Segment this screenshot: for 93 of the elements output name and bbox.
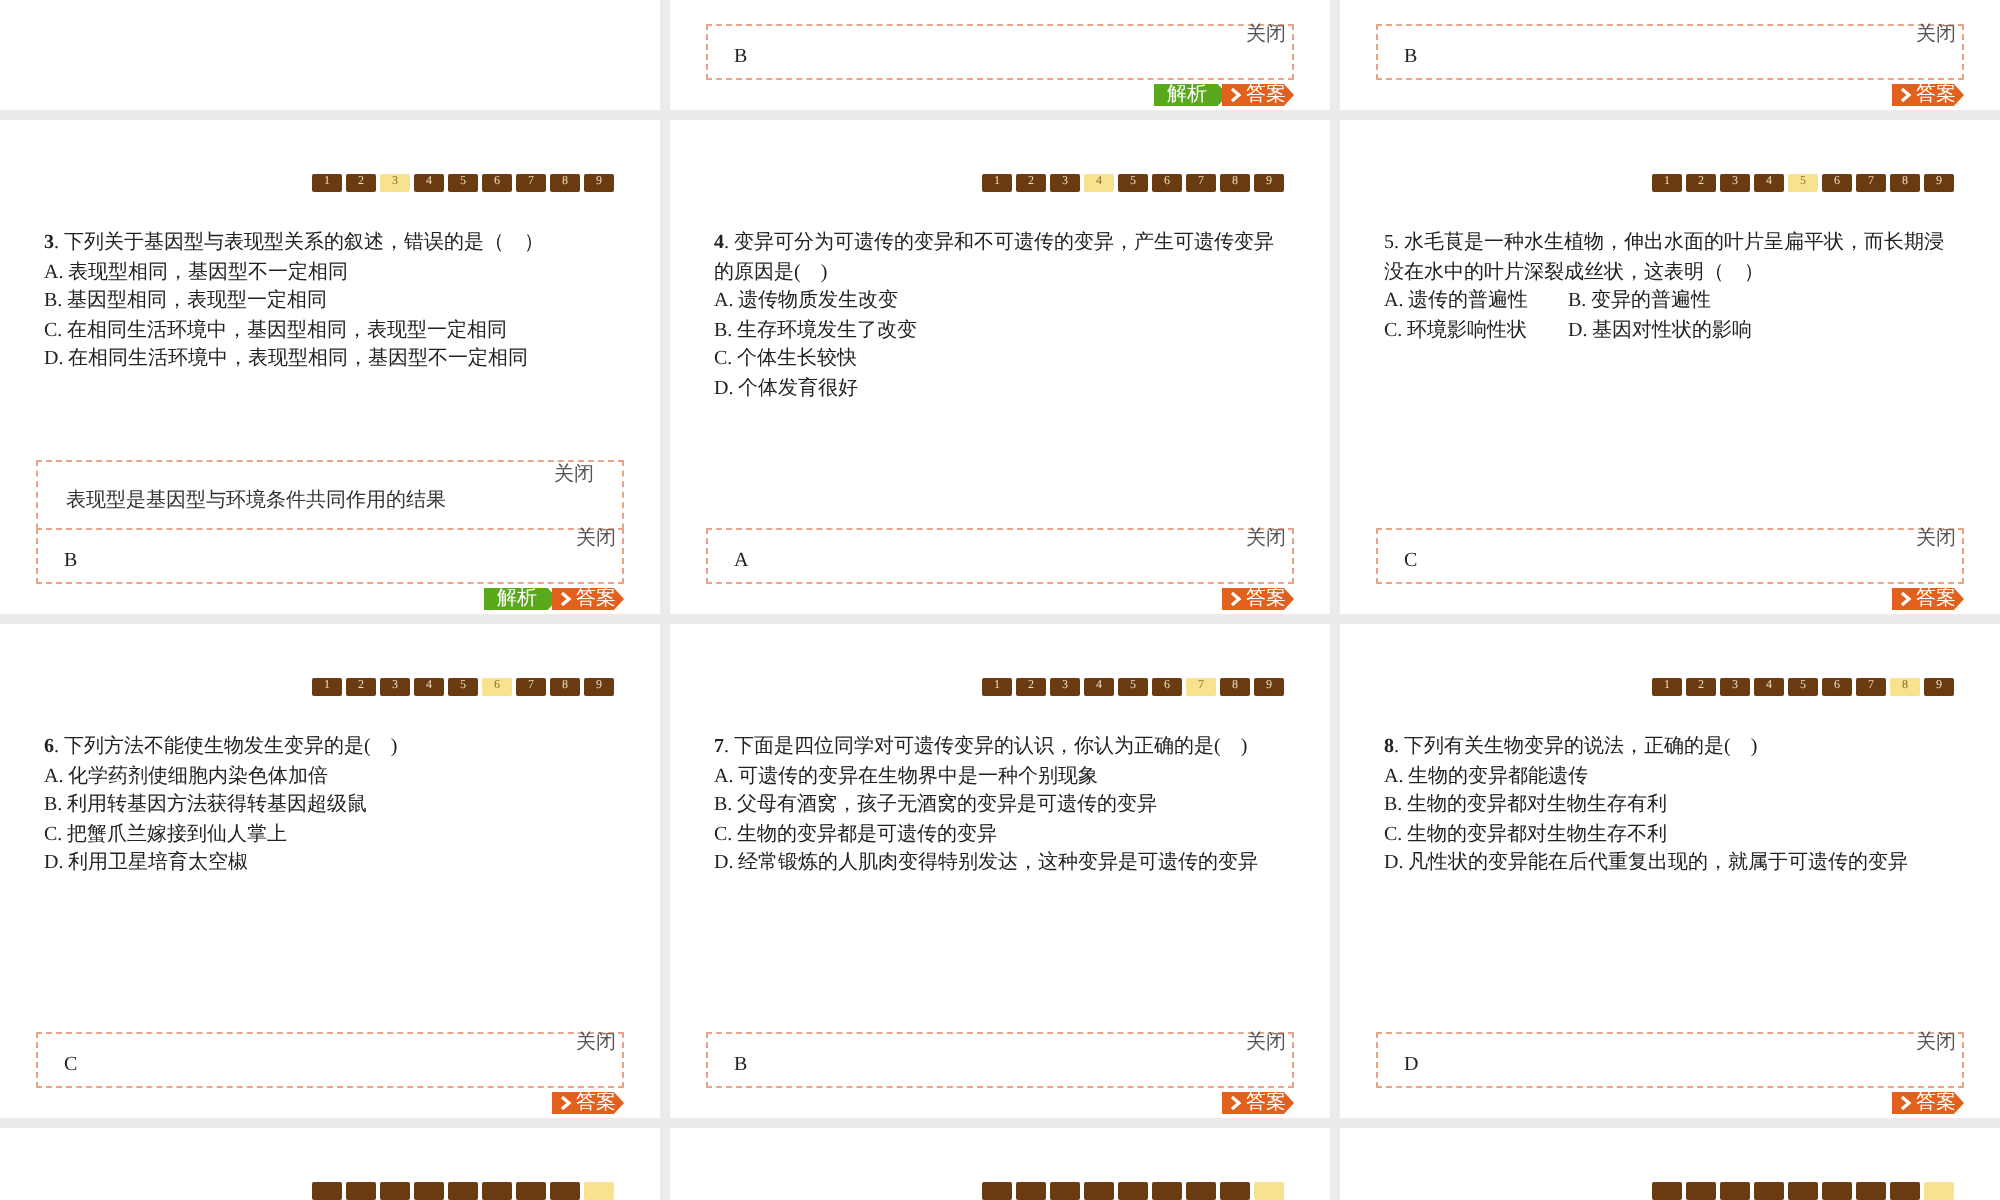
answer-text: B bbox=[1404, 46, 1418, 70]
option-text: A. 遗传的普遍性 bbox=[1384, 288, 1531, 316]
chevron-icon bbox=[560, 592, 572, 606]
option-text: D. 在相同生活环境中，表现型相同，基因型不一定相同 bbox=[44, 346, 529, 374]
explanation-text: 表现型是基因型与环境条件共同作用的结果 bbox=[66, 490, 448, 514]
option-text: D. 凡性状的变异能在后代重复出现的，就属于可遗传的变异 bbox=[1384, 850, 1909, 878]
answer-button[interactable]: 答案 bbox=[552, 588, 624, 610]
option-text: A. 遗传物质发生改变 bbox=[714, 288, 899, 316]
page-number-button[interactable] bbox=[1924, 1182, 1954, 1200]
page-number-button[interactable] bbox=[448, 1182, 478, 1200]
answer-button[interactable]: 答案 bbox=[1892, 84, 1964, 106]
option-text: A. 化学药剂使细胞内染色体加倍 bbox=[44, 763, 329, 791]
close-link[interactable]: 关闭 bbox=[1916, 530, 1956, 550]
question-text: 5. 水毛茛是一种水生植物，伸出水面的叶片呈扁平状，而长期浸没在水中的叶片深裂成丝状，这表明（ ） bbox=[1384, 230, 1946, 287]
page-number-button[interactable] bbox=[550, 1182, 580, 1200]
page-number-button[interactable] bbox=[1050, 1182, 1080, 1200]
page-number-button[interactable] bbox=[516, 1182, 546, 1200]
answer-text: B bbox=[734, 46, 748, 70]
chevron-icon bbox=[1900, 1096, 1912, 1110]
close-link[interactable]: 关闭 bbox=[554, 466, 594, 486]
answer-text: B bbox=[734, 1054, 748, 1078]
page-number-button[interactable] bbox=[380, 1182, 410, 1200]
page-number-button[interactable] bbox=[1720, 1182, 1750, 1200]
chevron-icon bbox=[1230, 592, 1242, 606]
answer-button[interactable]: 答案 bbox=[1222, 1092, 1294, 1114]
option-text: C. 在相同生活环境中，基因型相同，表现型一定相同 bbox=[44, 317, 508, 345]
option-text: C. 生物的变异都对生物生存不利 bbox=[1384, 821, 1668, 849]
page-number-button[interactable] bbox=[1186, 1182, 1216, 1200]
question-text: 4. 变异可分为可遗传的变异和不可遗传的变异，产生可遗传变异的原因是( ) bbox=[714, 230, 1276, 287]
page-number-button[interactable] bbox=[1254, 1182, 1284, 1200]
option-text: B. 生物的变异都对生物生存有利 bbox=[1384, 792, 1668, 820]
slide[interactable]: 关闭 B 答案 bbox=[1340, 0, 2000, 110]
answer-text: D bbox=[1404, 1054, 1419, 1078]
close-link[interactable]: 关闭 bbox=[1246, 530, 1286, 550]
option-text: C. 生物的变异都是可遗传的变异 bbox=[714, 821, 998, 849]
option-text: B. 变异的普遍性 bbox=[1568, 288, 1714, 316]
answer-button[interactable]: 答案 bbox=[1892, 588, 1964, 610]
option-text: B. 基因型相同，表现型一定相同 bbox=[44, 288, 328, 316]
answer-text: A bbox=[734, 550, 749, 574]
question-text: 3. 下列关于基因型与表现型关系的叙述，错误的是（ ） bbox=[44, 230, 546, 258]
page-number-button[interactable] bbox=[312, 1182, 342, 1200]
close-link[interactable]: 关闭 bbox=[576, 530, 616, 550]
option-text: A. 表现型相同，基因型不一定相同 bbox=[44, 259, 349, 287]
question-text: 7. 下面是四位同学对可遗传变异的认识，你认为正确的是( ) bbox=[714, 734, 1250, 762]
option-text: D. 经常锻炼的人肌肉变得特别发达，这种变异是可遗传的变异 bbox=[714, 850, 1259, 878]
answer-button[interactable]: 答案 bbox=[1222, 84, 1294, 106]
question-text: 6. 下列方法不能使生物发生变异的是( ) bbox=[44, 734, 400, 762]
page-number-button[interactable] bbox=[1084, 1182, 1114, 1200]
option-text: D. 利用卫星培育太空椒 bbox=[44, 850, 249, 878]
page-number-button[interactable] bbox=[1016, 1182, 1046, 1200]
page-number-button[interactable] bbox=[1686, 1182, 1716, 1200]
close-link[interactable]: 关闭 bbox=[1916, 1034, 1956, 1054]
option-text: D. 个体发育很好 bbox=[714, 375, 859, 403]
page-number-button[interactable] bbox=[1788, 1182, 1818, 1200]
close-link[interactable]: 关闭 bbox=[1246, 1034, 1286, 1054]
option-text: D. 基因对性状的影响 bbox=[1568, 317, 1752, 345]
page-number-button[interactable] bbox=[1152, 1182, 1182, 1200]
option-text: A. 可遗传的变异在生物界中是一种个别现象 bbox=[714, 763, 1099, 791]
page-number-button[interactable] bbox=[1220, 1182, 1250, 1200]
chevron-icon bbox=[1900, 88, 1912, 102]
answer-text: B bbox=[64, 550, 78, 574]
page-number-button[interactable] bbox=[346, 1182, 376, 1200]
close-link[interactable]: 关闭 bbox=[1916, 26, 1956, 46]
option-text: B. 父母有酒窝，孩子无酒窝的变异是可遗传的变异 bbox=[714, 792, 1158, 820]
answer-button[interactable]: 答案 bbox=[1892, 1092, 1964, 1114]
answer-text: C bbox=[64, 1054, 78, 1078]
slide[interactable]: 关闭 B 解析 答案 bbox=[670, 0, 1330, 110]
option-text: C. 把蟹爪兰嫁接到仙人掌上 bbox=[44, 821, 288, 849]
page-number-button[interactable] bbox=[1754, 1182, 1784, 1200]
page-number-button[interactable] bbox=[482, 1182, 512, 1200]
page-number-button[interactable] bbox=[414, 1182, 444, 1200]
chevron-icon bbox=[1230, 1096, 1242, 1110]
chevron-icon bbox=[1900, 592, 1912, 606]
page-number-button[interactable] bbox=[1652, 1182, 1682, 1200]
page-number-button[interactable] bbox=[1856, 1182, 1886, 1200]
option-text: C. 环境影响性状 bbox=[1384, 317, 1530, 345]
option-text: B. 利用转基因方法获得转基因超级鼠 bbox=[44, 792, 368, 820]
close-link[interactable]: 关闭 bbox=[576, 1034, 616, 1054]
option-text: A. 生物的变异都能遗传 bbox=[1384, 763, 1589, 791]
page-number-button[interactable] bbox=[1890, 1182, 1920, 1200]
page-number-button[interactable] bbox=[1118, 1182, 1148, 1200]
option-text: B. 生存环境发生了改变 bbox=[714, 317, 918, 345]
close-link[interactable]: 关闭 bbox=[1246, 26, 1286, 46]
question-text: 8. 下列有关生物变异的说法，正确的是( ) bbox=[1384, 734, 1760, 762]
answer-button[interactable]: 答案 bbox=[552, 1092, 624, 1114]
page-number-button[interactable] bbox=[982, 1182, 1012, 1200]
answer-button[interactable]: 答案 bbox=[1222, 588, 1294, 610]
answer-text: C bbox=[1404, 550, 1418, 574]
page-number-button[interactable] bbox=[1822, 1182, 1852, 1200]
page-number-button[interactable] bbox=[584, 1182, 614, 1200]
chevron-icon bbox=[1230, 88, 1242, 102]
option-text: C. 个体生长较快 bbox=[714, 346, 858, 374]
chevron-icon bbox=[560, 1096, 572, 1110]
